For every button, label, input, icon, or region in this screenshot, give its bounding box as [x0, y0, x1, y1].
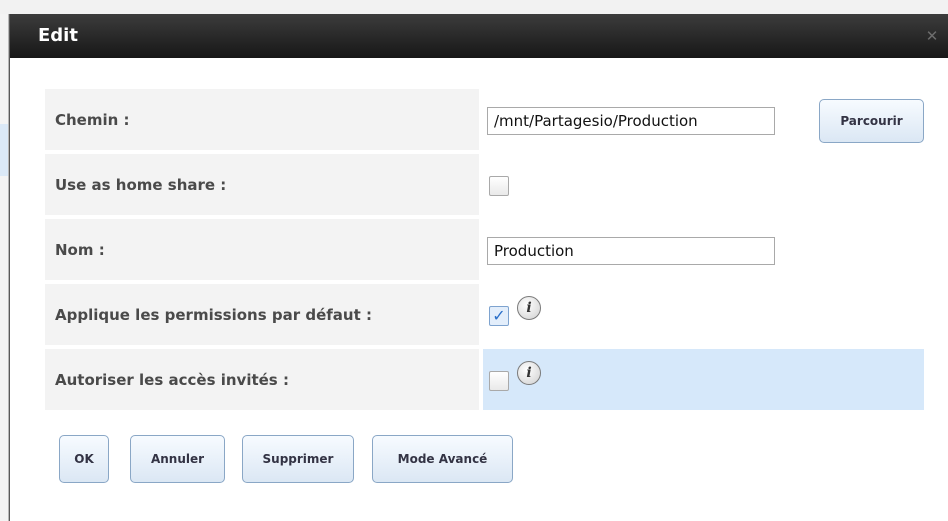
cancel-button[interactable]: Annuler [130, 435, 225, 483]
name-input[interactable] [487, 237, 775, 265]
close-icon[interactable]: ✕ [922, 26, 942, 46]
background-table-header [0, 0, 948, 15]
browse-button[interactable]: Parcourir [819, 99, 924, 143]
default-permissions-row: Applique les permissions par défaut : ✓ … [45, 284, 924, 345]
name-row: Nom : [45, 219, 924, 280]
share-form: Chemin : Parcourir Use as home share : N… [45, 89, 924, 414]
name-value-cell [483, 219, 924, 280]
dialog-titlebar[interactable]: Edit ✕ [10, 14, 948, 58]
path-input[interactable] [487, 107, 775, 135]
home-share-value-cell [483, 154, 924, 215]
background-selected-row [0, 124, 8, 176]
default-permissions-label: Applique les permissions par défaut : [45, 284, 479, 345]
name-label: Nom : [45, 219, 479, 280]
path-value-cell: Parcourir [483, 89, 924, 150]
home-share-label: Use as home share : [45, 154, 479, 215]
default-permissions-checkbox[interactable]: ✓ [489, 306, 509, 326]
home-share-checkbox[interactable] [489, 176, 509, 196]
default-permissions-value-cell: ✓ i [483, 284, 924, 345]
guest-access-row: Autoriser les accès invités : i [45, 349, 924, 410]
dialog-title: Edit [38, 25, 78, 46]
info-icon[interactable]: i [517, 296, 541, 320]
guest-access-value-cell: i [483, 349, 924, 410]
guest-access-checkbox[interactable] [489, 371, 509, 391]
home-share-row: Use as home share : [45, 154, 924, 215]
guest-access-label: Autoriser les accès invités : [45, 349, 479, 410]
path-row: Chemin : Parcourir [45, 89, 924, 150]
delete-button[interactable]: Supprimer [242, 435, 354, 483]
ok-button[interactable]: OK [59, 435, 109, 483]
info-icon[interactable]: i [517, 361, 541, 385]
advanced-mode-button[interactable]: Mode Avancé [372, 435, 513, 483]
background-left-column [0, 14, 9, 521]
path-label: Chemin : [45, 89, 479, 150]
